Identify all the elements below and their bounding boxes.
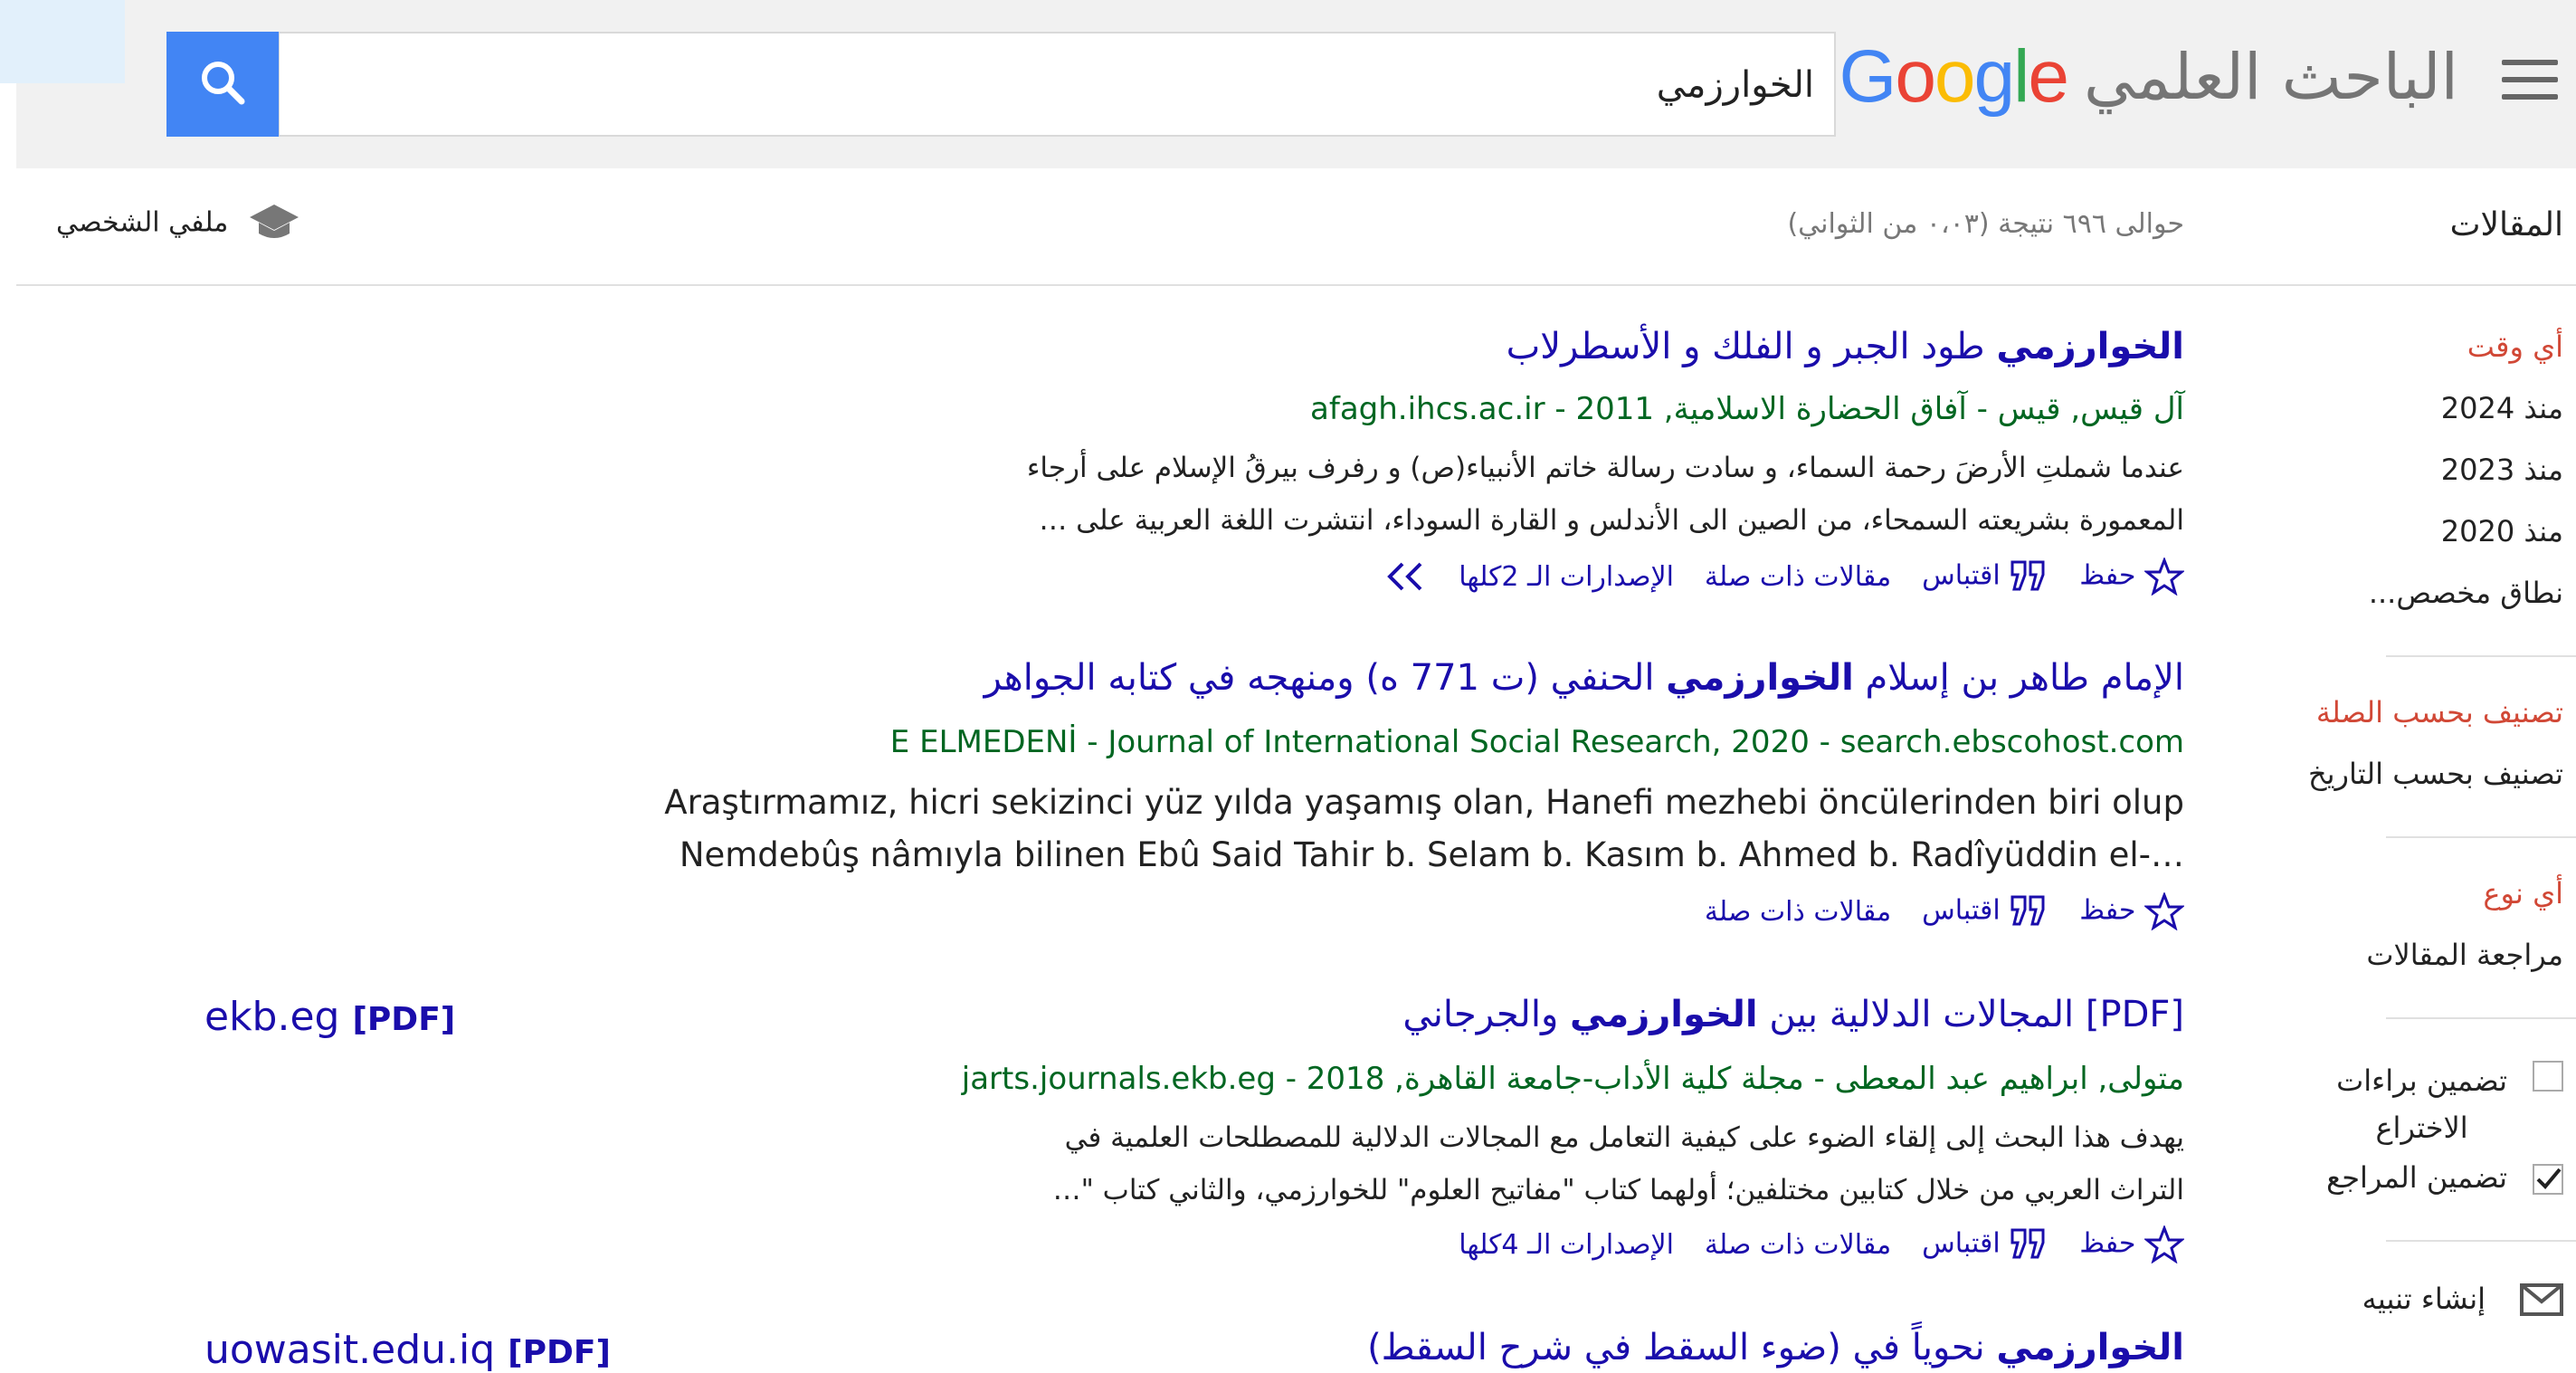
- filter-since-2024[interactable]: منذ 2024: [2441, 391, 2563, 425]
- search-box[interactable]: [278, 32, 1836, 137]
- my-profile-link[interactable]: ملفي الشخصي: [56, 201, 300, 252]
- filter-any-time[interactable]: أي وقت: [2467, 329, 2563, 364]
- result-title-bold: الخوارزمي: [1666, 657, 1854, 699]
- pdf-side-link[interactable]: ekb.eg [PDF]: [204, 994, 455, 1040]
- result-source: E ELMEDENİ - Journal of International So…: [889, 724, 2184, 760]
- checkmark-icon: [2536, 1168, 2562, 1189]
- include-patents-checkbox[interactable]: [2533, 1061, 2563, 1092]
- filter-since-2023[interactable]: منذ 2023: [2441, 453, 2563, 487]
- related-articles-link[interactable]: مقالات ذات صلة: [1705, 1229, 1891, 1261]
- envelope-icon[interactable]: [2520, 1283, 2563, 1316]
- sort-by-date[interactable]: تصنيف بحسب التاريخ: [2308, 757, 2563, 791]
- side-pdf-tag: [PDF]: [352, 1001, 456, 1038]
- sidebar-divider: [2386, 655, 2576, 657]
- result-title[interactable]: الخوارزمي طود الجبر و الفلك و الأسطرلاب: [1507, 326, 2184, 367]
- include-citations-label[interactable]: تضمين المراجع: [2326, 1160, 2507, 1195]
- side-domain: ekb.eg: [204, 994, 340, 1040]
- results-count: حوالى ٦٩٦ نتيجة (٠،٠٣ من الثواني): [1787, 208, 2184, 240]
- all-versions-link[interactable]: الإصدارات الـ 4كلها: [1459, 1229, 1674, 1261]
- patents-label-line1: تضمين براءات: [2336, 1063, 2507, 1098]
- result-snippet-line: يهدف هذا البحث إلى إلقاء الضوء على كيفية…: [1064, 1121, 2184, 1154]
- scholar-wordmark: الباحث العلمي: [2083, 40, 2458, 114]
- cite-action[interactable]: اقتباس: [1922, 893, 2048, 930]
- quote-icon: [2010, 895, 2045, 926]
- result-title[interactable]: الخوارزمي نحوياً في (ضوء السقط في شرح ال…: [1367, 1327, 2184, 1368]
- corner-accent: [0, 0, 125, 83]
- save-action[interactable]: حفظ: [2079, 1224, 2186, 1264]
- side-pdf-tag: [PDF]: [508, 1334, 611, 1371]
- sidebar-divider: [2386, 836, 2576, 838]
- search-button[interactable]: [166, 32, 279, 137]
- star-icon: [2143, 556, 2186, 596]
- pdf-tag: [PDF]: [2085, 994, 2184, 1035]
- cite-label: اقتباس: [1922, 559, 2001, 592]
- related-articles-link[interactable]: مقالات ذات صلة: [1705, 561, 1891, 593]
- save-label: حفظ: [2079, 1227, 2136, 1260]
- star-icon: [2143, 1224, 2186, 1264]
- result-title-bold: الخوارزمي: [1569, 994, 1758, 1035]
- result-source: متولى, ابراهيم عبد المعطى - مجلة كلية ال…: [961, 1061, 2184, 1097]
- result-actions: حفظ اقتباس مقالات ذات صلة: [1705, 891, 2186, 931]
- all-versions-link[interactable]: الإصدارات الـ 2كلها: [1459, 561, 1674, 593]
- cite-label: اقتباس: [1922, 894, 2001, 927]
- more-actions[interactable]: [1384, 560, 1428, 594]
- result-snippet-line: المعمورة بشريعته السمحاء، من الصين الى ا…: [1039, 504, 2184, 537]
- cite-label: اقتباس: [1922, 1227, 2001, 1260]
- result-snippet-line: عندما شملتِ الأرضَ رحمة السماء، و سادت ر…: [1026, 452, 2184, 484]
- result-snippet-line: Araştırmamız, hicri sekizinci yüz yılda …: [664, 783, 2184, 822]
- menu-icon[interactable]: [2502, 60, 2558, 100]
- create-alert-link[interactable]: إنشاء تنبيه: [2362, 1282, 2486, 1316]
- double-chevron-icon: [1387, 562, 1422, 591]
- sidebar-divider: [2386, 1017, 2576, 1019]
- sidebar-divider: [2386, 1240, 2576, 1242]
- sort-by-relevance[interactable]: تصنيف بحسب الصلة: [2316, 695, 2563, 729]
- cite-action[interactable]: اقتباس: [1922, 1226, 2048, 1263]
- result-actions: حفظ اقتباس مقالات ذات صلة الإصدارات الـ 4…: [1459, 1224, 2186, 1264]
- result-title-bold: الخوارزمي: [1996, 326, 2184, 367]
- result-actions: حفظ اقتباس مقالات ذات صلة الإصدارات الـ 2…: [1384, 556, 2186, 596]
- filter-since-2020[interactable]: منذ 2020: [2441, 514, 2563, 548]
- graduation-cap-icon: [250, 205, 299, 238]
- articles-label[interactable]: المقالات: [2450, 206, 2563, 243]
- filter-any-type[interactable]: أي نوع: [2483, 876, 2563, 911]
- save-label: حفظ: [2079, 894, 2136, 927]
- result-title-prefix: المجالات الدلالية بين: [1757, 994, 2086, 1035]
- related-articles-link[interactable]: مقالات ذات صلة: [1705, 896, 1891, 928]
- result-snippet-line: Nemdebûş nâmıyla bilinen Ebû Said Tahir …: [679, 835, 2184, 874]
- google-wordmark: Google: [1839, 35, 2069, 118]
- include-citations-checkbox[interactable]: [2533, 1164, 2563, 1195]
- result-title[interactable]: الإمام طاهر بن إسلام الخوارزمي الحنفي (ت…: [984, 657, 2184, 699]
- profile-label: ملفي الشخصي: [56, 206, 229, 239]
- result-title-prefix: الإمام طاهر بن إسلام: [1853, 657, 2185, 699]
- result-source: آل قيس, قيس - آفاق الحضارة الاسلامية, 20…: [1310, 391, 2184, 427]
- patents-label-line2: الاختراع: [2375, 1111, 2468, 1145]
- result-title-rest: طود الجبر و الفلك و الأسطرلاب: [1506, 326, 1997, 367]
- result-title-rest: والجرجاني: [1402, 994, 1570, 1035]
- include-patents-label[interactable]: تضمين براءات الاختراع: [2336, 1057, 2507, 1151]
- search-input[interactable]: [365, 33, 1816, 137]
- side-domain: uowasit.edu.iq: [204, 1327, 496, 1373]
- result-title-rest: نحوياً في (ضوء السقط في شرح السقط): [1367, 1327, 1997, 1368]
- quote-icon: [2010, 560, 2045, 591]
- result-snippet-line: التراث العربي من خلال كتابين مختلفين؛ أو…: [1052, 1174, 2184, 1206]
- quote-icon: [2010, 1228, 2045, 1259]
- result-title[interactable]: [PDF] المجالات الدلالية بين الخوارزمي وا…: [1402, 994, 2184, 1035]
- search-icon: [202, 62, 245, 105]
- filter-review-articles[interactable]: مراجعة المقالات: [2366, 938, 2563, 972]
- cite-action[interactable]: اقتباس: [1922, 558, 2048, 595]
- star-icon: [2143, 891, 2186, 931]
- result-title-rest: الحنفي (ت 771 ه) ومنهجه في كتابه الجواهر: [984, 657, 1667, 699]
- pdf-side-link[interactable]: uowasit.edu.iq [PDF]: [204, 1327, 611, 1373]
- header-divider: [16, 284, 2576, 286]
- filter-custom-range[interactable]: نطاق مخصص...: [2369, 576, 2563, 610]
- save-label: حفظ: [2079, 559, 2136, 592]
- result-title-bold: الخوارزمي: [1996, 1327, 2184, 1368]
- save-action[interactable]: حفظ: [2079, 556, 2186, 596]
- scholar-logo[interactable]: Google الباحث العلمي: [1839, 34, 2458, 125]
- save-action[interactable]: حفظ: [2079, 891, 2186, 931]
